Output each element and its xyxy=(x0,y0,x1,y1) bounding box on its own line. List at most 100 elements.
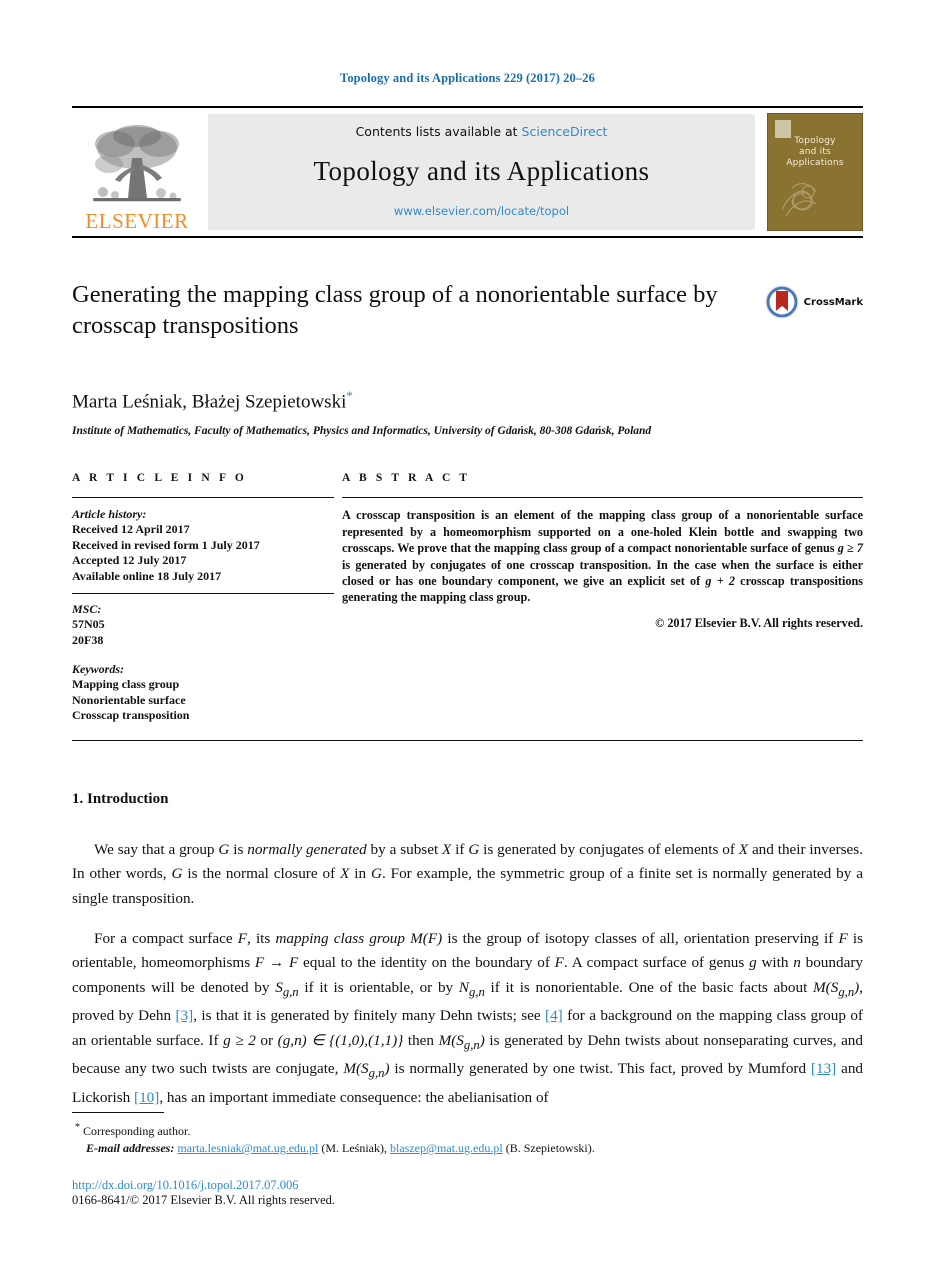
title-block: Generating the mapping class group of a … xyxy=(72,279,863,363)
keyword-2: Nonorientable surface xyxy=(72,692,186,707)
history-accepted: Accepted 12 July 2017 xyxy=(72,553,187,568)
p2-m14: M(S xyxy=(343,1060,369,1078)
footnote-rule xyxy=(72,1112,164,1113)
p1-t2: is xyxy=(229,840,248,858)
article-info-rule xyxy=(72,497,334,499)
p1-t4: if xyxy=(451,840,469,858)
p2-m6: g xyxy=(749,954,757,972)
abstract-math-2: g + 2 xyxy=(705,573,735,588)
running-head: Topology and its Applications 229 (2017)… xyxy=(340,71,595,85)
p2-sub9: g,n xyxy=(469,984,485,999)
issn-copyright-line: 0166-8641/© 2017 Elsevier B.V. All right… xyxy=(72,1193,336,1207)
p2-t7: . A compact surface of genus xyxy=(563,954,750,972)
footnote-area: * Corresponding author. E-mail addresses… xyxy=(72,1112,863,1208)
p2-t18: is normally generated by one twist. This… xyxy=(389,1060,811,1078)
reference-link-4[interactable]: [4] xyxy=(545,1007,563,1024)
p2-t11: if it is nonorientable. One of the basic… xyxy=(484,978,814,996)
elsevier-wordmark: ELSEVIER xyxy=(85,209,189,233)
reference-link-13[interactable]: [13] xyxy=(811,1060,836,1077)
footnote-star: * xyxy=(75,1122,80,1133)
p1-i1: normally generated xyxy=(247,840,367,858)
paragraph-2: For a compact surface F, its mapping cla… xyxy=(72,927,863,1111)
p2-m11: g ≥ 2 xyxy=(223,1031,256,1049)
abstract-copyright: © 2017 Elsevier B.V. All rights reserved… xyxy=(655,615,863,630)
sciencedirect-link[interactable]: ScienceDirect xyxy=(522,124,608,139)
email-link-szepietowski[interactable]: blaszep@mat.ug.edu.pl xyxy=(390,1141,503,1155)
p2-m13: M(S xyxy=(438,1031,464,1049)
crossmark-label: CrossMark xyxy=(803,296,863,308)
msc-code-2: 20F38 xyxy=(72,632,104,647)
p1-t1: We say that a group xyxy=(94,840,219,858)
p2-t6: equal to the identity on the boundary of xyxy=(298,954,555,972)
p2-t20: , has an important immediate consequence… xyxy=(159,1088,549,1106)
msc-code-1: 57N05 xyxy=(72,617,105,632)
author-list: Marta Leśniak, Błażej Szepietowski* xyxy=(72,388,863,413)
info-abstract-row: A R T I C L E I N F O Article history: R… xyxy=(72,472,863,724)
abstract-heading: A B S T R A C T xyxy=(342,472,471,485)
p2-m10: M(S xyxy=(813,978,839,996)
elsevier-logo: ELSEVIER xyxy=(72,108,202,236)
p2-t1: For a compact surface xyxy=(94,929,238,947)
reference-link-3[interactable]: [3] xyxy=(175,1007,193,1024)
contents-available-line: Contents lists available at ScienceDirec… xyxy=(356,124,608,139)
p2-sub14: g,n xyxy=(368,1066,385,1081)
abstract-bottom-rule xyxy=(72,739,863,741)
paragraph-1: We say that a group G is normally genera… xyxy=(72,838,863,912)
p1-t5: is generated by conjugates of elements o… xyxy=(479,840,739,858)
journal-cover-thumbnail[interactable]: Topology and its Applications xyxy=(767,113,863,231)
journal-title: Topology and its Applications xyxy=(313,156,650,186)
article-history-label: Article history: xyxy=(72,507,147,522)
keyword-3: Crosscap transposition xyxy=(72,708,190,723)
p2-m5: F xyxy=(554,954,564,972)
p2-sub13: g,n xyxy=(463,1037,480,1052)
p1-t7: is the normal closure of xyxy=(182,865,341,883)
p1-t3: by a subset xyxy=(366,840,443,858)
reference-link-10[interactable]: [10] xyxy=(134,1089,159,1106)
p2-m4: F → F xyxy=(254,954,299,972)
cover-artwork xyxy=(781,183,817,217)
p2-m2: M(F) xyxy=(410,929,443,947)
email-label: E-mail addresses: xyxy=(86,1141,175,1155)
p2-i1: mapping class group xyxy=(275,929,405,947)
corresponding-author-marker[interactable]: * xyxy=(346,388,353,403)
cover-title-line1: Topology xyxy=(794,136,836,146)
email1-owner: (M. Leśniak), xyxy=(318,1141,391,1155)
masthead-center-panel: Contents lists available at ScienceDirec… xyxy=(208,114,755,230)
corresponding-author-text: Corresponding author. xyxy=(83,1124,191,1138)
abstract-text: A crosscap transposition is an element o… xyxy=(342,507,863,605)
p2-m3: F xyxy=(838,929,848,947)
p2-t16: then xyxy=(403,1031,439,1049)
p2-t8: with xyxy=(756,954,794,972)
email-link-lesniak[interactable]: marta.lesniak@mat.ug.edu.pl xyxy=(177,1141,318,1155)
crossmark-badge[interactable]: CrossMark xyxy=(765,285,863,319)
contents-prefix: Contents lists available at xyxy=(355,124,522,139)
p2-sub10: g,n xyxy=(838,984,855,999)
msc-rule xyxy=(72,593,334,595)
journal-homepage-link[interactable]: www.elsevier.com/locate/topol xyxy=(394,204,569,218)
p2-m1: F xyxy=(237,929,247,947)
p1-m5: G xyxy=(171,865,183,883)
history-received: Received 12 April 2017 xyxy=(72,522,190,537)
p1-m4: X xyxy=(738,840,749,858)
p2-m12: (g,n) ∈ {(1,0),(1,1)} xyxy=(277,1031,404,1049)
p2-t2: , its xyxy=(247,929,276,947)
p1-m1: G xyxy=(218,840,230,858)
doi-link[interactable]: http://dx.doi.org/10.1016/j.topol.2017.0… xyxy=(72,1178,863,1193)
p2-t13: , is that it is generated by finitely ma… xyxy=(193,1007,546,1025)
section-heading-introduction: 1. Introduction xyxy=(72,790,169,807)
p2-t4: is the group of isotopy classes of all, … xyxy=(442,929,839,947)
p2-m7: n xyxy=(793,954,801,972)
corresponding-author-note: * Corresponding author. xyxy=(72,1119,863,1140)
author-names: Marta Leśniak, Błażej Szepietowski xyxy=(72,391,347,413)
p1-m2: X xyxy=(442,840,452,858)
crossmark-icon xyxy=(765,285,799,319)
cover-title-line3: Applications xyxy=(786,158,844,168)
abstract-column: A B S T R A C T A crosscap transposition… xyxy=(342,472,863,630)
cover-title-text: Topology and its Applications xyxy=(768,136,862,169)
p1-m7: G xyxy=(370,865,382,883)
article-info-column: A R T I C L E I N F O Article history: R… xyxy=(72,472,334,724)
keyword-1: Mapping class group xyxy=(72,677,180,692)
p1-m6: X xyxy=(340,865,350,883)
p1-m3: G xyxy=(468,840,480,858)
p2-m9: N xyxy=(458,978,470,996)
